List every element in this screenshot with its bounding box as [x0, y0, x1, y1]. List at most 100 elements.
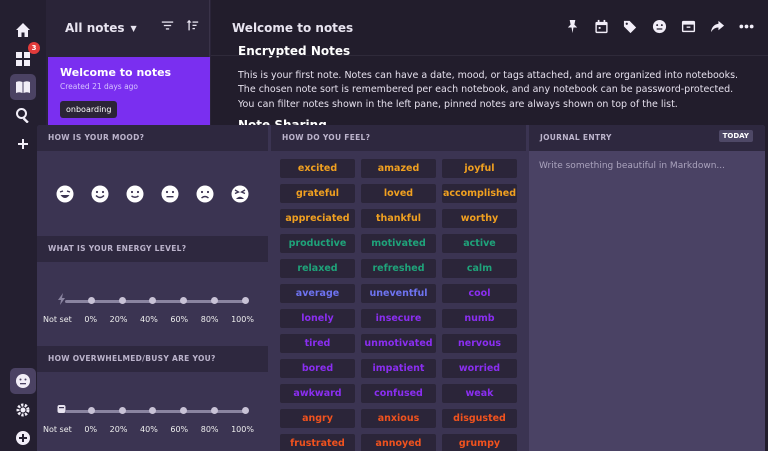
slider-step[interactable]: [180, 297, 187, 304]
feeling-option[interactable]: cool: [442, 284, 517, 303]
note-card[interactable]: Welcome to notes Created 21 days ago onb…: [48, 57, 210, 127]
slider-step[interactable]: [119, 297, 126, 304]
feeling-option[interactable]: refreshed: [361, 259, 436, 278]
today-button[interactable]: TODAY: [718, 130, 753, 142]
more-icon[interactable]: [739, 19, 754, 34]
share-icon[interactable]: [710, 19, 725, 34]
feeling-option[interactable]: accomplished: [442, 184, 517, 203]
feeling-option[interactable]: calm: [442, 259, 517, 278]
feeling-option[interactable]: weak: [442, 384, 517, 403]
feeling-option[interactable]: productive: [280, 234, 355, 253]
slider-label: Not set: [43, 425, 72, 434]
mood-section-header: HOW IS YOUR MOOD?: [37, 125, 268, 151]
busy-section-header: HOW OVERWHELMED/BUSY ARE YOU?: [37, 346, 268, 372]
feeling-option[interactable]: appreciated: [280, 209, 355, 228]
add-circle-icon[interactable]: [10, 425, 36, 451]
sort-icon[interactable]: [186, 19, 199, 32]
note-title: Welcome to notes: [60, 66, 172, 79]
feeling-option[interactable]: grateful: [280, 184, 355, 203]
feelings-grid: excited amazed joyful grateful loved accompli…: [271, 151, 526, 451]
journal-input[interactable]: Write something beautiful in Markdown...: [529, 151, 765, 181]
feeling-option[interactable]: excited: [280, 159, 355, 178]
feeling-option[interactable]: bored: [280, 359, 355, 378]
chevron-down-icon: ▼: [130, 23, 137, 33]
distressed-face-icon[interactable]: [231, 185, 249, 203]
slider-step[interactable]: [149, 407, 156, 414]
feeling-option[interactable]: disgusted: [442, 409, 517, 428]
smile-face-icon[interactable]: [91, 185, 109, 203]
slider-step[interactable]: [242, 407, 249, 414]
mood-tracker-panel: HOW IS YOUR MOOD? WHAT IS YOUR ENERGY LE…: [37, 125, 765, 451]
editor-title: Welcome to notes: [232, 20, 354, 35]
calendar-icon[interactable]: [594, 19, 609, 34]
feeling-option[interactable]: amazed: [361, 159, 436, 178]
slider-label: 0%: [84, 315, 98, 324]
search-icon[interactable]: [10, 102, 36, 128]
feeling-option[interactable]: insecure: [361, 309, 436, 328]
slider-step[interactable]: [88, 407, 95, 414]
feeling-option[interactable]: thankful: [361, 209, 436, 228]
busy-icon: [57, 405, 66, 413]
energy-slider[interactable]: Not set 0% 20% 40% 60% 80% 100%: [37, 262, 268, 337]
slider-label: 40%: [140, 425, 158, 434]
feeling-option[interactable]: annoyed: [361, 434, 436, 451]
feeling-option[interactable]: frustrated: [280, 434, 355, 451]
add-icon[interactable]: [10, 131, 36, 157]
mood-face-icon[interactable]: [652, 19, 667, 34]
slight-smile-face-icon[interactable]: [126, 185, 144, 203]
feeling-option[interactable]: joyful: [442, 159, 517, 178]
busy-slider[interactable]: Not set 0% 20% 40% 60% 80% 100%: [37, 372, 268, 447]
slider-step[interactable]: [180, 407, 187, 414]
slider-step[interactable]: [211, 407, 218, 414]
sad-face-icon[interactable]: [196, 185, 214, 203]
note-tag[interactable]: onboarding: [60, 101, 118, 118]
feeling-option[interactable]: grumpy: [442, 434, 517, 451]
feeling-option[interactable]: relaxed: [280, 259, 355, 278]
feel-section-header: HOW DO YOU FEEL?: [271, 125, 526, 151]
slider-step[interactable]: [88, 297, 95, 304]
feeling-option[interactable]: worried: [442, 359, 517, 378]
dashboard-icon[interactable]: 3: [10, 42, 40, 72]
feeling-option[interactable]: awkward: [280, 384, 355, 403]
feeling-option[interactable]: lonely: [280, 309, 355, 328]
notebook-icon[interactable]: [10, 74, 36, 100]
feeling-option[interactable]: anxious: [361, 409, 436, 428]
feeling-option[interactable]: unmotivated: [361, 334, 436, 353]
slider-label: Not set: [43, 315, 72, 324]
slider-label: 80%: [200, 315, 219, 324]
tags-icon[interactable]: [623, 19, 638, 34]
feeling-option[interactable]: loved: [361, 184, 436, 203]
feeling-option[interactable]: angry: [280, 409, 355, 428]
lightning-icon: [58, 293, 65, 305]
slider-label: 0%: [84, 425, 98, 434]
feeling-option[interactable]: numb: [442, 309, 517, 328]
slider-step[interactable]: [211, 297, 218, 304]
slider-step[interactable]: [119, 407, 126, 414]
feeling-option[interactable]: tired: [280, 334, 355, 353]
filter-icon[interactable]: [161, 19, 174, 32]
home-icon[interactable]: [10, 17, 36, 43]
slider-label: 100%: [231, 315, 254, 324]
editor-paragraph: This is your first note. Notes can have …: [238, 69, 739, 110]
feeling-option[interactable]: uneventful: [361, 284, 436, 303]
feeling-option[interactable]: motivated: [361, 234, 436, 253]
feeling-option[interactable]: nervous: [442, 334, 517, 353]
slider-step[interactable]: [149, 297, 156, 304]
laughing-face-icon[interactable]: [56, 185, 74, 203]
settings-icon[interactable]: [10, 397, 36, 423]
mood-icon[interactable]: [10, 368, 36, 394]
feeling-option[interactable]: confused: [361, 384, 436, 403]
slider-step[interactable]: [242, 297, 249, 304]
feeling-option[interactable]: average: [280, 284, 355, 303]
slider-label: 60%: [170, 315, 189, 324]
pin-icon[interactable]: [565, 19, 580, 34]
editor-content[interactable]: Encrypted Notes This is your first note.…: [211, 44, 768, 133]
feeling-option[interactable]: impatient: [361, 359, 436, 378]
feeling-option[interactable]: worthy: [442, 209, 517, 228]
slider-label: 100%: [231, 425, 254, 434]
notes-filter-label: All notes: [65, 21, 125, 35]
mood-faces: [37, 151, 268, 236]
feeling-option[interactable]: active: [442, 234, 517, 253]
neutral-face-icon[interactable]: [161, 185, 179, 203]
archive-icon[interactable]: [681, 19, 696, 34]
